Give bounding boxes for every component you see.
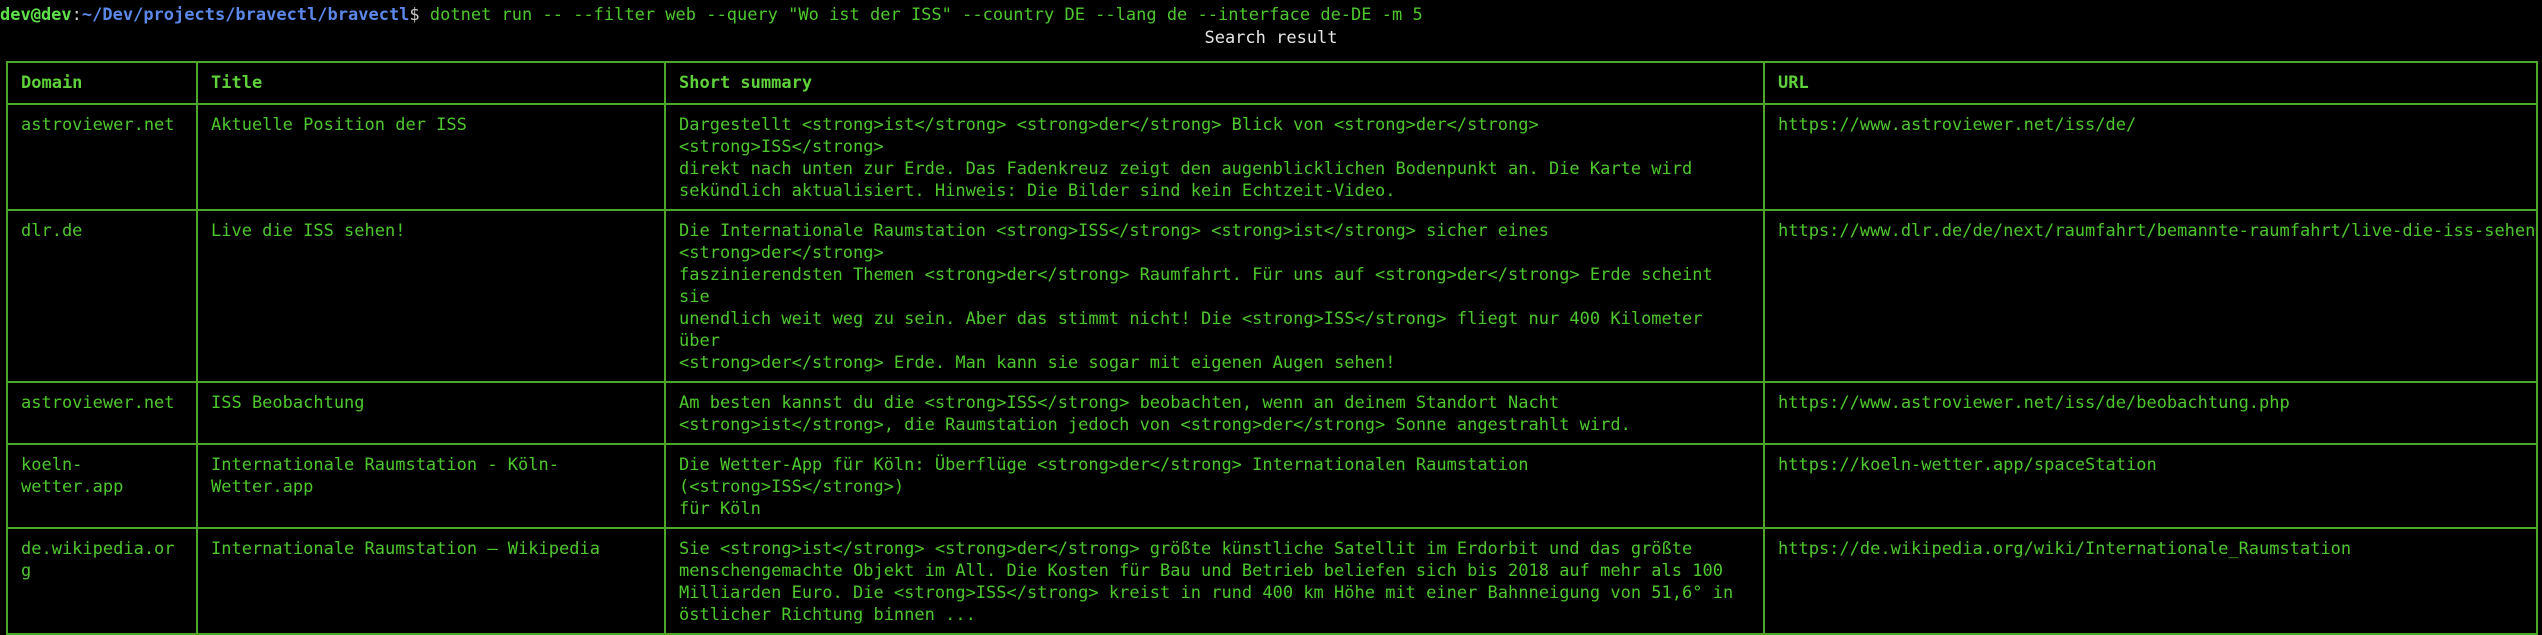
- prompt-path: ~/Dev/projects/bravectl/bravectl: [81, 5, 410, 25]
- command-prompt-line: dev@dev:~/Dev/projects/bravectl/bravectl…: [0, 4, 1423, 26]
- cell-title: Live die ISS sehen!: [196, 209, 666, 383]
- cell-domain: astroviewer.net: [6, 381, 198, 445]
- cell-url: https://de.wikipedia.org/wiki/Internatio…: [1763, 527, 2538, 635]
- table-caption: Search result: [1204, 28, 1338, 48]
- cell-summary: Am besten kannst du die <strong>ISS</str…: [664, 381, 1765, 445]
- cell-domain: de.wikipedia.org: [6, 527, 198, 635]
- table-row: koeln-wetter.app Internationale Raumstat…: [6, 443, 2538, 529]
- cell-summary: Dargestellt <strong>ist</strong> <strong…: [664, 103, 1765, 211]
- command-text: dotnet run -- --filter web --query "Wo i…: [419, 5, 1423, 25]
- cell-title: ISS Beobachtung: [196, 381, 666, 445]
- cell-summary: Sie <strong>ist</strong> <strong>der</st…: [664, 527, 1765, 635]
- column-header-title: Title: [196, 61, 666, 105]
- table-header-row: Domain Title Short summary URL: [6, 61, 2538, 105]
- table-row: astroviewer.net Aktuelle Position der IS…: [6, 103, 2538, 211]
- cell-title: Internationale Raumstation - Köln-Wetter…: [196, 443, 666, 529]
- table-row: de.wikipedia.org Internationale Raumstat…: [6, 527, 2538, 635]
- column-header-summary: Short summary: [664, 61, 1765, 105]
- cell-url: https://koeln-wetter.app/spaceStation: [1763, 443, 2538, 529]
- cell-domain: dlr.de: [6, 209, 198, 383]
- prompt-separator: :: [71, 5, 82, 25]
- cell-url: https://www.dlr.de/de/next/raumfahrt/bem…: [1763, 209, 2538, 383]
- cell-url: https://www.astroviewer.net/iss/de/beoba…: [1763, 381, 2538, 445]
- column-header-domain: Domain: [6, 61, 198, 105]
- cell-domain: koeln-wetter.app: [6, 443, 198, 529]
- terminal-window: dev@dev:~/Dev/projects/bravectl/bravectl…: [0, 0, 2542, 635]
- search-results-table: Domain Title Short summary URL astroview…: [6, 61, 2538, 635]
- prompt-user-host: dev@dev: [0, 5, 72, 25]
- cell-title: Internationale Raumstation – Wikipedia: [196, 527, 666, 635]
- cell-summary: Die Wetter-App für Köln: Überflüge <stro…: [664, 443, 1765, 529]
- cell-url: https://www.astroviewer.net/iss/de/: [1763, 103, 2538, 211]
- cell-summary: Die Internationale Raumstation <strong>I…: [664, 209, 1765, 383]
- table-row: astroviewer.net ISS Beobachtung Am beste…: [6, 381, 2538, 445]
- table-row: dlr.de Live die ISS sehen! Die Internati…: [6, 209, 2538, 383]
- cell-title: Aktuelle Position der ISS: [196, 103, 666, 211]
- column-header-url: URL: [1763, 61, 2538, 105]
- prompt-symbol: $: [409, 5, 420, 25]
- cell-domain: astroviewer.net: [6, 103, 198, 211]
